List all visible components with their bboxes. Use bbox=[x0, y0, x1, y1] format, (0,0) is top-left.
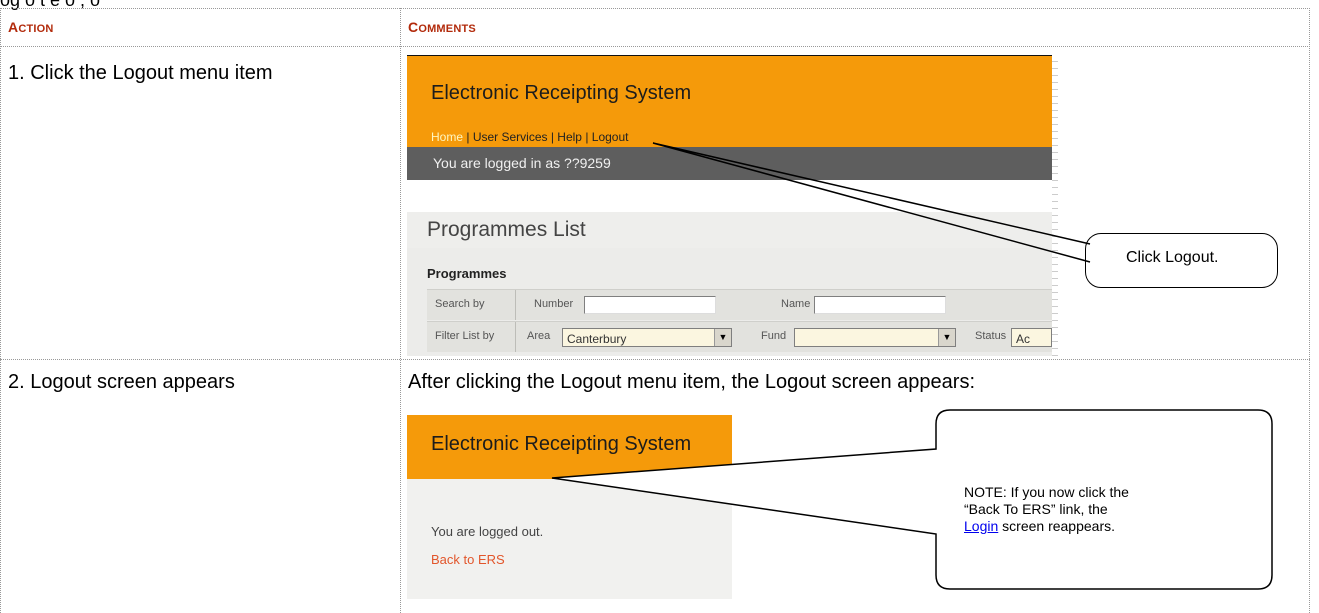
note-line-1: NOTE: If you now click the bbox=[964, 484, 1129, 500]
login-link[interactable]: Login bbox=[964, 518, 998, 534]
callout-note: NOTE: If you now click the “Back To ERS”… bbox=[964, 484, 1129, 535]
note-line-2: “Back To ERS” link, the bbox=[964, 501, 1108, 517]
note-line-3: screen reappears. bbox=[998, 518, 1115, 534]
instruction-table: ACTION COMMENTS 1. Click the Logout menu… bbox=[0, 0, 1319, 613]
